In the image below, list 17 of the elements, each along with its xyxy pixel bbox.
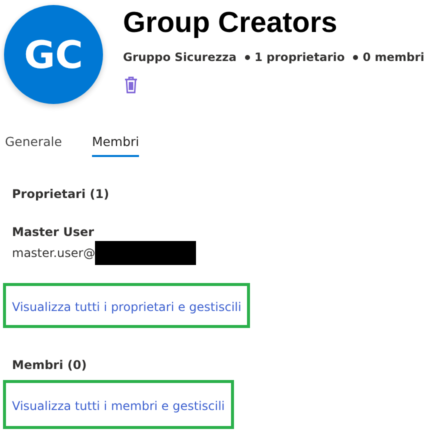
owner-name: Master User bbox=[12, 225, 96, 239]
bullet-icon bbox=[244, 54, 250, 60]
trash-icon bbox=[123, 76, 139, 94]
members-count: 0 membri bbox=[362, 50, 424, 64]
delete-button[interactable] bbox=[123, 76, 139, 94]
group-title: Group Creators bbox=[123, 6, 338, 40]
owners-heading: Proprietari (1) bbox=[12, 187, 110, 201]
bullet-icon bbox=[352, 54, 358, 60]
group-type: Gruppo Sicurezza bbox=[123, 50, 237, 64]
manage-members-link[interactable]: Visualizza tutti i membri e gestiscili bbox=[12, 399, 225, 413]
members-heading: Membri (0) bbox=[12, 358, 88, 372]
tab[interactable]: Membri bbox=[92, 134, 140, 157]
tab[interactable]: Generale bbox=[5, 134, 62, 157]
owners-count: 1 proprietario bbox=[254, 50, 345, 64]
group-avatar: GC bbox=[4, 5, 103, 104]
owner-email: master.user@ bbox=[12, 246, 96, 260]
manage-owners-link[interactable]: Visualizza tutti i proprietari e gestiscili bbox=[12, 300, 242, 314]
